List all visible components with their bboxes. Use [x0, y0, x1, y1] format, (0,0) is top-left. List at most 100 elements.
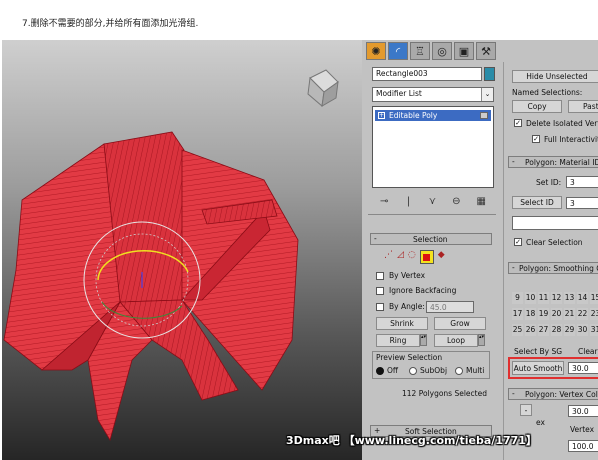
ignore-backfacing-label: Ignore Backfacing	[389, 286, 457, 295]
subobject-icons: ⋰ ◿ ◌ ◆	[384, 250, 484, 264]
modifier-list-label: Modifier List	[376, 89, 422, 98]
auto-smooth-threshold-input[interactable]: 30.0	[568, 362, 598, 374]
by-angle-input[interactable]: 45.0	[426, 301, 474, 313]
modifier-list-dropdown[interactable]: Modifier List ⌄	[372, 87, 494, 102]
stack-item-label: Editable Poly	[389, 111, 438, 120]
preview-selection-label: Preview Selection	[376, 353, 443, 362]
make-unique-icon[interactable]: ⋎	[429, 196, 436, 207]
column-divider	[503, 62, 504, 460]
smoothing-group-button[interactable]: 30	[577, 324, 588, 336]
create-tab-icon[interactable]: ✺	[366, 42, 386, 60]
smoothing-group-button[interactable]: 14	[577, 292, 588, 304]
configure-modifier-icon[interactable]: ▦	[477, 196, 486, 207]
preview-multi-label: Multi	[466, 366, 485, 375]
vertex-color-value-input[interactable]: 30.0	[568, 405, 598, 417]
smoothing-group-button[interactable]: 31	[590, 324, 598, 336]
utilities-tab-icon[interactable]: ⚒	[476, 42, 496, 60]
smoothing-group-button[interactable]: 11	[538, 292, 549, 304]
smoothing-group-button[interactable]: 28	[551, 324, 562, 336]
smoothing-group-button[interactable]: 25	[512, 324, 523, 336]
remove-modifier-icon[interactable]: ⊖	[452, 196, 460, 207]
smoothing-group-button[interactable]: 9	[512, 292, 523, 304]
smoothing-group-button[interactable]: 23	[590, 308, 598, 320]
chevron-down-icon: ⌄	[481, 88, 493, 101]
tutorial-caption-bar: 7.删除不需要的部分,并给所有面添加光滑组.	[0, 0, 598, 38]
grow-button[interactable]: Grow	[434, 317, 486, 330]
watermark-text: 3Dmax吧 【www.linecg.com/tieba/1771】	[286, 434, 537, 447]
stack-item-editable-poly[interactable]: + Editable Poly	[375, 110, 491, 121]
display-tab-icon[interactable]: ▣	[454, 42, 474, 60]
smoothing-groups-rollout-header[interactable]: - Polygon: Smoothing Gr	[508, 262, 598, 274]
select-by-sg-label[interactable]: Select By SG	[514, 347, 562, 356]
loop-button[interactable]: Loop	[434, 334, 478, 347]
loop-spinner[interactable]: ▴▾	[478, 334, 485, 346]
preview-off-radio[interactable]	[376, 367, 384, 375]
clear-all-label[interactable]: Clear	[578, 347, 598, 356]
ring-button[interactable]: Ring	[376, 334, 420, 347]
vertex-colors-title: Polygon: Vertex Colo	[525, 390, 598, 399]
vertex-color-misc-label: ex	[536, 418, 545, 427]
motion-tab-icon[interactable]: ◎	[432, 42, 452, 60]
edge-mode-icon[interactable]: ◿	[397, 250, 404, 264]
preview-multi-radio[interactable]	[455, 367, 463, 375]
selection-title: Selection	[413, 235, 448, 244]
preview-subobj-label: SubObj	[420, 366, 448, 375]
smoothing-group-button[interactable]: 12	[551, 292, 562, 304]
auto-smooth-button[interactable]: Auto Smooth	[512, 361, 564, 375]
view-cube[interactable]	[307, 69, 339, 107]
by-angle-checkbox[interactable]	[376, 303, 384, 311]
clear-selection-checkbox[interactable]: ✓	[514, 238, 522, 246]
selection-rollout-header[interactable]: - Selection	[370, 233, 492, 245]
smoothing-group-button[interactable]: 26	[525, 324, 536, 336]
selected-mesh[interactable]	[3, 131, 299, 442]
stack-toolbar: ⊸ ❘ ⋎ ⊖ ▦	[372, 192, 494, 210]
caption-text: 7.删除不需要的部分,并给所有面添加光滑组.	[22, 19, 199, 29]
modifier-stack-list[interactable]: + Editable Poly	[372, 106, 494, 188]
3d-viewport[interactable]	[2, 40, 362, 460]
smoothing-group-button[interactable]: 13	[564, 292, 575, 304]
named-selections-label: Named Selections:	[512, 88, 583, 97]
ignore-backfacing-checkbox[interactable]	[376, 287, 384, 295]
polygon-mode-icon[interactable]	[419, 250, 434, 264]
hide-unselected-button[interactable]: Hide Unselected	[512, 70, 598, 83]
clear-selection-label: Clear Selection	[526, 238, 583, 247]
shrink-button[interactable]: Shrink	[376, 317, 428, 330]
smoothing-group-button[interactable]: 18	[525, 308, 536, 320]
by-angle-label: By Angle:	[389, 302, 425, 311]
smoothing-group-button[interactable]: 27	[538, 324, 549, 336]
viewport-scene[interactable]	[2, 40, 362, 460]
select-id-input[interactable]: 3	[566, 197, 598, 209]
border-mode-icon[interactable]: ◌	[408, 250, 416, 264]
preview-subobj-radio[interactable]	[409, 367, 417, 375]
smoothing-group-button[interactable]: 22	[577, 308, 588, 320]
object-color-swatch[interactable]	[484, 67, 495, 81]
delete-isolated-checkbox[interactable]: ✓	[514, 119, 522, 127]
smoothing-group-button[interactable]: 10	[525, 292, 536, 304]
hierarchy-tab-icon[interactable]: ♖	[410, 42, 430, 60]
smoothing-group-button[interactable]: 29	[564, 324, 575, 336]
select-id-button[interactable]: Select ID	[512, 196, 562, 209]
vertex-illumination-input[interactable]: 100.0	[568, 440, 598, 452]
material-id-title: Polygon: Material ID	[525, 158, 598, 167]
by-vertex-checkbox[interactable]	[376, 272, 384, 280]
element-mode-icon[interactable]: ◆	[438, 250, 445, 264]
paste-button[interactable]: Past	[568, 100, 598, 113]
material-name-dropdown[interactable]	[512, 216, 598, 230]
modify-tab-icon[interactable]: ◜	[388, 42, 408, 60]
smoothing-group-button[interactable]: 15	[590, 292, 598, 304]
show-end-result-icon[interactable]: ❘	[404, 196, 412, 207]
ring-spinner[interactable]: ▴▾	[420, 334, 427, 346]
smoothing-group-button[interactable]: 19	[538, 308, 549, 320]
pin-stack-icon[interactable]: ⊸	[380, 196, 388, 207]
vertex-colors-rollout-header[interactable]: - Polygon: Vertex Colo	[508, 388, 598, 400]
vertex-color-minus-button[interactable]: -	[520, 404, 532, 416]
vertex-mode-icon[interactable]: ⋰	[384, 250, 393, 264]
copy-button[interactable]: Copy	[512, 100, 562, 113]
set-id-input[interactable]: 3	[566, 176, 598, 188]
smoothing-group-button[interactable]: 21	[564, 308, 575, 320]
smoothing-group-button[interactable]: 17	[512, 308, 523, 320]
material-id-rollout-header[interactable]: - Polygon: Material ID	[508, 156, 598, 168]
full-interactivity-checkbox[interactable]: ✓	[532, 135, 540, 143]
object-name-field[interactable]: Rectangle003	[372, 67, 482, 81]
smoothing-group-button[interactable]: 20	[551, 308, 562, 320]
